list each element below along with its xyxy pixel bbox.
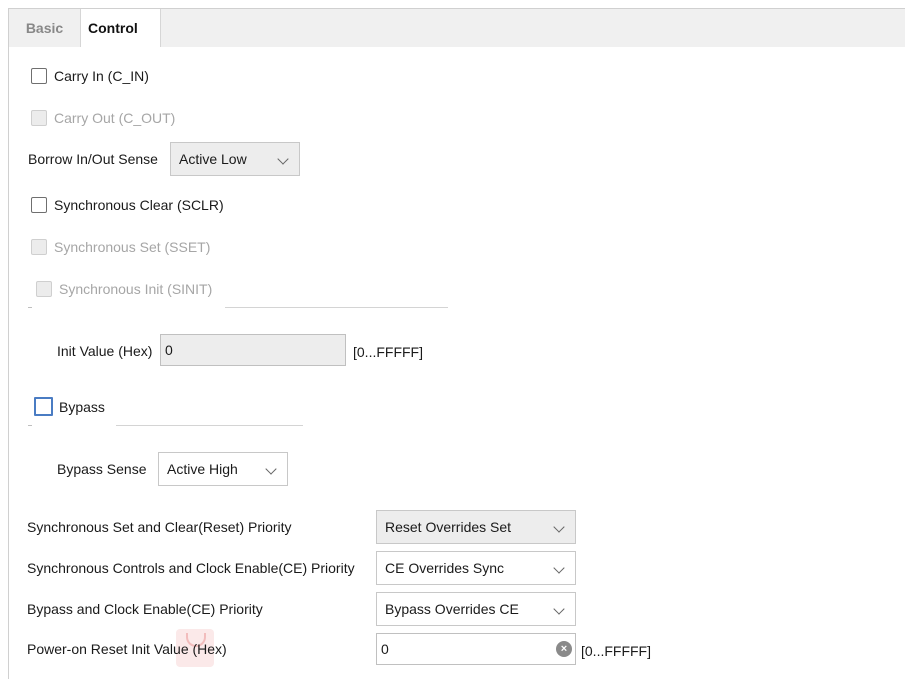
carry-out-label: Carry Out (C_OUT) bbox=[54, 110, 176, 126]
init-value-field[interactable]: 0 bbox=[160, 334, 346, 366]
sclr-label: Synchronous Clear (SCLR) bbox=[54, 197, 224, 213]
tab-control[interactable]: Control bbox=[80, 9, 161, 47]
borrow-sense-value: Active Low bbox=[179, 151, 247, 167]
sinit-group-corner bbox=[28, 307, 32, 308]
chevron-down-icon bbox=[265, 463, 277, 475]
sset-checkbox[interactable] bbox=[31, 239, 47, 255]
init-value-range: [0...FFFFF] bbox=[353, 344, 423, 360]
bypass-group-corner bbox=[28, 425, 32, 426]
power-on-reset-label: Power-on Reset Init Value (Hex) bbox=[27, 641, 227, 657]
set-clear-priority-select[interactable]: Reset Overrides Set bbox=[376, 510, 576, 544]
sinit-group-divider bbox=[225, 307, 448, 308]
sclr-checkbox[interactable] bbox=[31, 197, 47, 213]
tab-basic[interactable]: Basic bbox=[9, 9, 80, 47]
bypass-ce-priority-select[interactable]: Bypass Overrides CE bbox=[376, 592, 576, 626]
chevron-down-icon bbox=[553, 603, 565, 615]
chevron-down-icon bbox=[553, 521, 565, 533]
borrow-sense-label: Borrow In/Out Sense bbox=[28, 151, 158, 167]
clear-circle-icon[interactable]: × bbox=[556, 641, 572, 657]
bypass-sense-value: Active High bbox=[167, 461, 238, 477]
init-value-label: Init Value (Hex) bbox=[57, 343, 153, 359]
sync-ce-priority-label: Synchronous Controls and Clock Enable(CE… bbox=[27, 560, 355, 576]
carry-in-label: Carry In (C_IN) bbox=[54, 68, 149, 84]
set-clear-priority-label: Synchronous Set and Clear(Reset) Priorit… bbox=[27, 519, 292, 535]
bypass-ce-priority-label: Bypass and Clock Enable(CE) Priority bbox=[27, 601, 263, 617]
power-on-reset-value: 0 bbox=[381, 641, 389, 657]
sinit-label: Synchronous Init (SINIT) bbox=[59, 281, 213, 297]
power-on-reset-range: [0...FFFFF] bbox=[581, 643, 651, 659]
chevron-down-icon bbox=[277, 153, 289, 165]
sync-ce-priority-value: CE Overrides Sync bbox=[385, 560, 505, 576]
carry-out-checkbox[interactable] bbox=[31, 110, 47, 126]
bypass-checkbox[interactable] bbox=[34, 397, 53, 416]
sinit-checkbox[interactable] bbox=[36, 281, 52, 297]
bypass-ce-priority-value: Bypass Overrides CE bbox=[385, 601, 519, 617]
bypass-label: Bypass bbox=[59, 399, 105, 415]
sset-label: Synchronous Set (SSET) bbox=[54, 239, 211, 255]
bypass-group-divider bbox=[116, 425, 303, 426]
carry-in-checkbox[interactable] bbox=[31, 68, 47, 84]
power-on-reset-field[interactable]: 0 bbox=[376, 633, 576, 665]
chevron-down-icon bbox=[553, 562, 565, 574]
borrow-sense-select[interactable]: Active Low bbox=[170, 142, 300, 176]
bypass-sense-select[interactable]: Active High bbox=[158, 452, 288, 486]
bypass-sense-label: Bypass Sense bbox=[57, 461, 147, 477]
set-clear-priority-value: Reset Overrides Set bbox=[385, 519, 512, 535]
sync-ce-priority-select[interactable]: CE Overrides Sync bbox=[376, 551, 576, 585]
